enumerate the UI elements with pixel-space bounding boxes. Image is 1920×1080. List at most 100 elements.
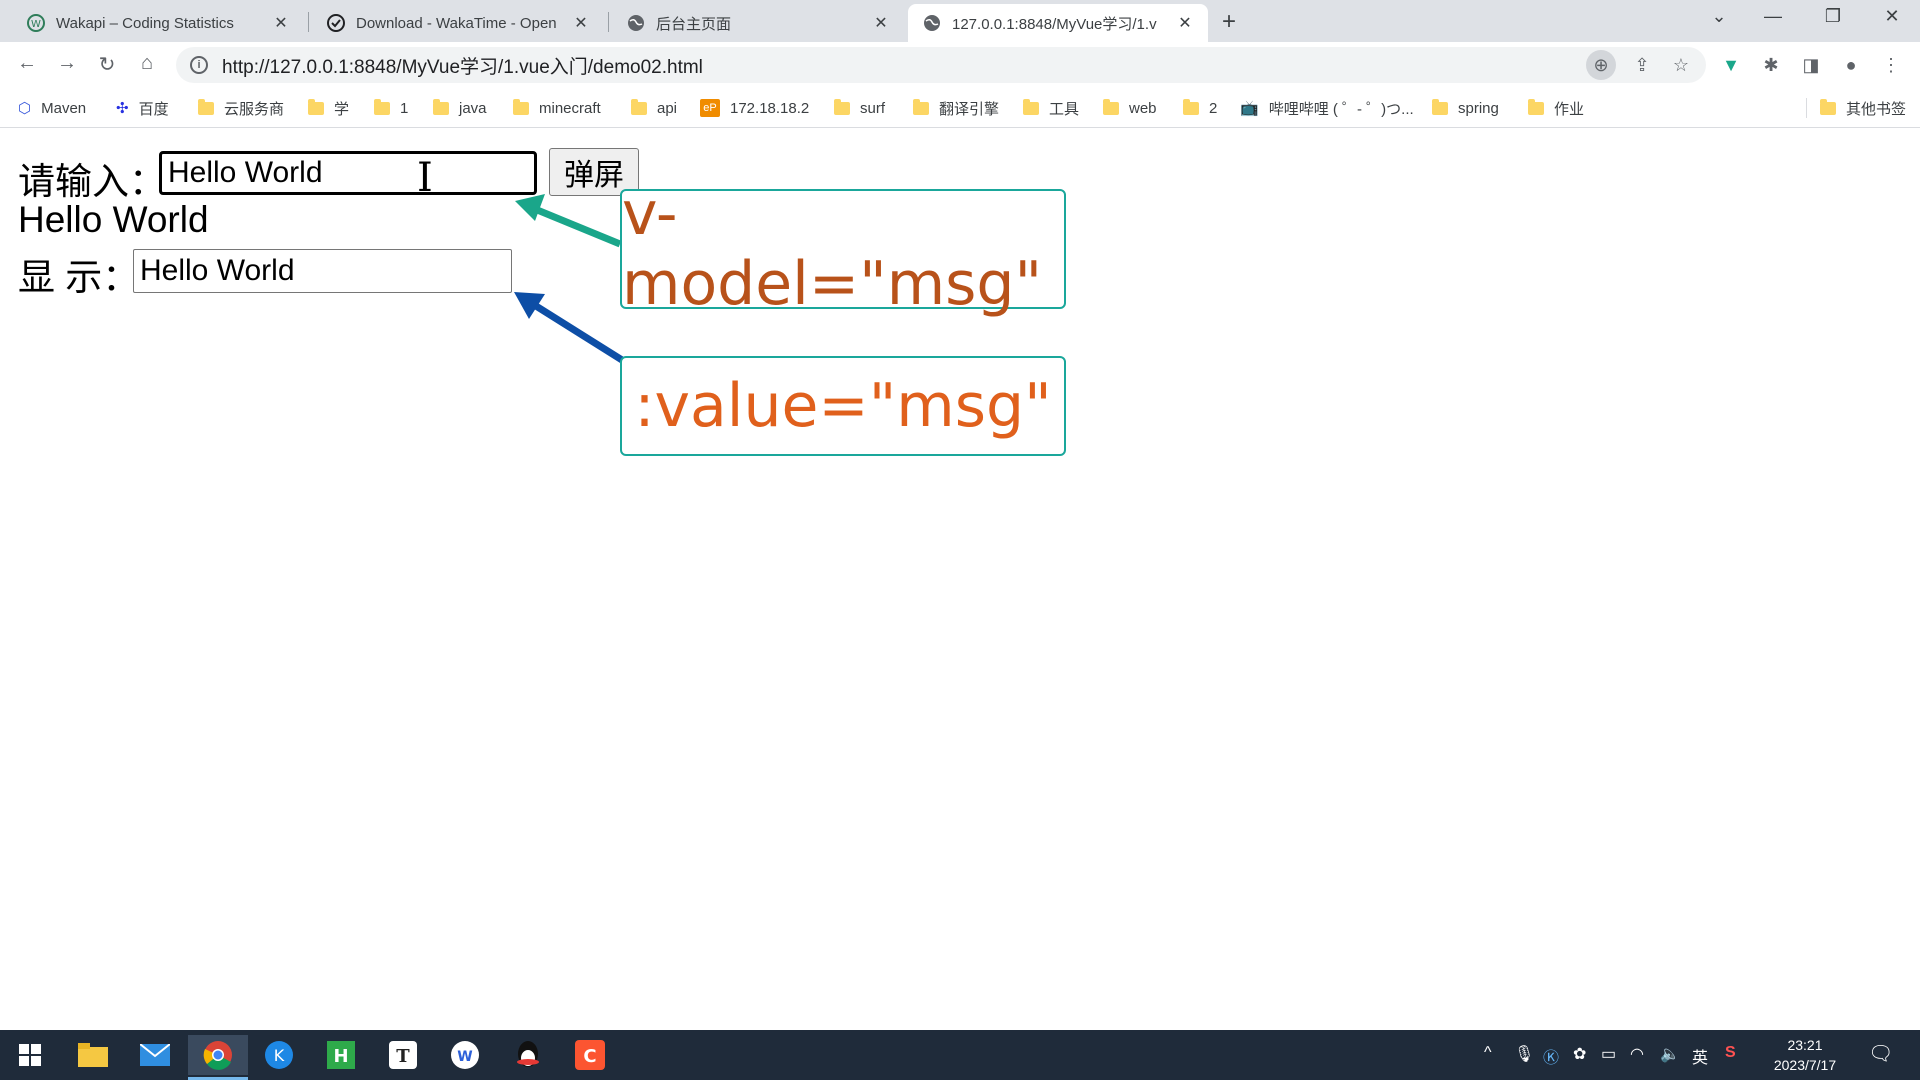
folder-icon [834,98,850,115]
chrome-icon[interactable] [188,1035,248,1080]
speaker-icon[interactable]: 🔈 [1660,1044,1680,1064]
tab-strip: W Wakapi – Coding Statistics ✕ Download … [0,0,1920,42]
bookmark-folder[interactable]: 作业 [1528,96,1584,120]
bookmark-maven[interactable]: ⬡ Maven [18,96,86,120]
bookmark-ep[interactable]: eP 172.18.18.2 [700,96,809,120]
bookmark-folder[interactable]: 2 [1183,96,1217,120]
bookmark-folder[interactable]: web [1103,96,1157,120]
file-explorer-icon[interactable] [73,1035,113,1075]
bookmark-folder[interactable]: spring [1432,96,1499,120]
minimize-button[interactable]: — [1753,6,1793,27]
bookmark-label: 翻译引擎 [939,100,1000,118]
bookmark-folder[interactable]: surf [834,96,885,120]
ep-icon: eP [700,99,720,117]
close-window-button[interactable]: ✕ [1872,6,1912,27]
wechat-tray-icon[interactable]: ✿ [1573,1044,1586,1064]
kugou-tray-icon[interactable]: Ⓚ [1543,1044,1559,1068]
bookmark-folder[interactable]: 云服务商 [198,96,284,120]
share-icon[interactable]: ⇪ [1627,50,1657,80]
sogou-icon[interactable]: S [1725,1044,1736,1062]
baidu-icon: ✣ [116,100,129,117]
vmodel-arrowhead [515,194,545,221]
tab-demo02[interactable]: 127.0.0.1:8848/MyVue学习/1.v ✕ [908,4,1208,42]
value-callout: :value="msg" [620,356,1066,456]
bookmark-folder[interactable]: 工具 [1023,96,1079,120]
tab-title: 127.0.0.1:8848/MyVue学习/1.v [952,15,1157,33]
ime-indicator[interactable]: 英 [1692,1044,1708,1068]
restore-button[interactable]: ❐ [1813,6,1853,27]
close-icon[interactable]: ✕ [1176,13,1194,33]
vmodel-callout: v-model="msg" [620,179,1066,319]
bookmark-label: 工具 [1049,100,1080,118]
folder-icon [1023,98,1039,115]
bookmarks-bar: ⬡ Maven ✣ 百度 云服务商 学 1 java minecraft api e… [0,88,1920,128]
close-icon[interactable]: ✕ [572,13,590,33]
bookmark-label: 2 [1209,99,1218,117]
tab-wakapi[interactable]: W Wakapi – Coding Statistics ✕ [12,4,304,42]
bookmark-folder[interactable]: 学 [308,96,349,120]
folder-icon [308,98,324,115]
tab-title: Download - WakaTime - Open [356,14,557,32]
notification-icon[interactable]: 🗨 [1868,1041,1893,1066]
tab-title: Wakapi – Coding Statistics [56,14,234,32]
folder-icon [1183,98,1199,115]
close-icon[interactable]: ✕ [272,13,290,33]
page-content: 请输入： I 弹屏 Hello World 显 示： v-model="msg"… [0,129,1920,1029]
bookmark-baidu[interactable]: ✣ 百度 [116,96,169,120]
bookmark-folder[interactable]: 翻译引擎 [913,96,999,120]
bookmark-label: surf [860,99,886,117]
bookmark-label: 学 [334,100,350,118]
bookmark-folder[interactable]: minecraft [513,96,601,120]
battery-icon[interactable]: ▭ [1601,1044,1616,1064]
folder-icon [1528,98,1544,115]
close-icon[interactable]: ✕ [872,13,890,33]
qq-icon[interactable] [508,1035,548,1075]
address-bar[interactable]: i http://127.0.0.1:8848/MyVue学习/1.vue入门/… [176,47,1706,83]
reload-icon[interactable]: ↻ [94,52,120,77]
extensions-icon[interactable]: ✱ [1756,50,1786,80]
clock-time: 23:21 [1787,1037,1823,1053]
microphone-icon[interactable]: 🎙 [1514,1044,1534,1064]
tab-separator [608,12,609,32]
bookmark-label: spring [1458,99,1499,117]
bookmark-folder[interactable]: api [631,96,677,120]
hbuilder-icon[interactable]: H [321,1035,361,1075]
wifi-icon[interactable]: ◠ [1630,1044,1644,1064]
forward-icon[interactable]: → [54,52,80,75]
bilibili-icon: 📺 [1240,100,1259,117]
bookmark-folder[interactable]: 1 [374,96,408,120]
taskbar: K H T W C ^ 🎙 Ⓚ ✿ ▭ ◠ 🔈 英 S 23:21 2023/7… [0,1030,1920,1080]
home-icon[interactable]: ⌂ [134,52,160,75]
menu-icon[interactable]: ⋮ [1876,50,1906,80]
site-info-icon[interactable]: i [190,56,208,74]
profile-avatar-icon[interactable]: ● [1836,50,1866,80]
svg-text:T: T [396,1046,410,1067]
bookmark-label: 哔哩哔哩 ( ゜- ゜)つ... [1268,100,1414,118]
browser-toolbar: ← → ↻ ⌂ i http://127.0.0.1:8848/MyVue学习/… [0,42,1920,88]
bookmark-label: api [657,99,678,117]
bookmark-label: Maven [41,99,87,117]
tab-admin-home[interactable]: 后台主页面 ✕ [612,4,904,42]
new-tab-button[interactable]: + [1222,8,1236,36]
kugou-icon[interactable]: K [259,1035,299,1075]
windows-start-icon[interactable] [10,1035,50,1075]
bookmark-bilibili[interactable]: 📺 哔哩哔哩 ( ゜- ゜)つ... [1240,96,1414,120]
bookmark-other[interactable]: 其他书签 [1820,96,1906,120]
tab-search-icon[interactable]: ⌄ [1699,6,1739,27]
folder-icon [433,98,449,115]
clock[interactable]: 23:21 2023/7/17 [1770,1035,1840,1075]
url-text[interactable]: http://127.0.0.1:8848/MyVue学习/1.vue入门/de… [222,52,703,79]
typora-icon[interactable]: T [383,1035,423,1075]
back-icon[interactable]: ← [14,52,40,75]
chevron-up-icon[interactable]: ^ [1484,1044,1492,1062]
mail-icon[interactable] [135,1035,175,1075]
csdn-icon[interactable]: C [570,1035,610,1075]
zoom-icon[interactable]: ⊕ [1586,50,1616,80]
wps-icon[interactable]: W [445,1035,485,1075]
bookmark-folder[interactable]: java [433,96,487,120]
vue-devtools-icon[interactable]: ▼ [1716,50,1746,80]
bookmark-star-icon[interactable]: ☆ [1666,50,1696,80]
folder-icon [913,98,929,115]
side-panel-icon[interactable]: ◨ [1796,50,1826,80]
tab-wakatime[interactable]: Download - WakaTime - Open ✕ [312,4,604,42]
